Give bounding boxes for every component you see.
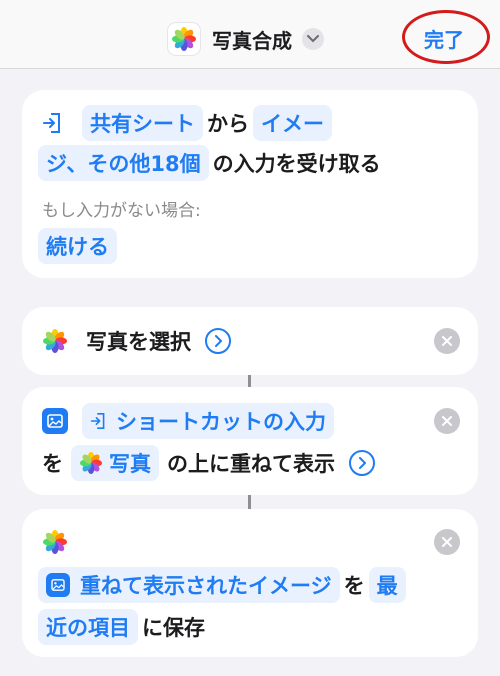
flow-connector	[248, 375, 251, 387]
overlay-suffix: の上に重ねて表示	[167, 452, 335, 476]
wo-text: を	[343, 574, 365, 598]
album-token-continued[interactable]: 近の項目	[38, 609, 138, 645]
input-types-token[interactable]: イメー	[253, 105, 332, 141]
if-no-input-label: もし入力がない場合:	[42, 201, 201, 221]
chevron-down-icon[interactable]	[302, 28, 324, 50]
photo-token[interactable]: 写真	[71, 445, 159, 481]
annotation-circle	[402, 10, 490, 64]
photos-flower-icon	[79, 451, 103, 475]
receive-input-action[interactable]: 共有シート から イメー ジ、その他18個 の入力を受け取る もし入力がない場合…	[22, 90, 478, 278]
remove-action-icon[interactable]	[434, 529, 460, 555]
image-overlay-icon	[46, 573, 70, 597]
shortcut-title[interactable]: 写真合成	[212, 25, 292, 54]
photos-app-icon	[168, 23, 200, 55]
navigation-bar: 写真合成 完了	[0, 0, 500, 69]
shortcut-title-menu[interactable]: 写真合成	[168, 22, 324, 56]
save-to-album-action[interactable]: 重ねて表示されたイメージ を 最 近の項目 に保存	[22, 509, 478, 657]
photos-flower-icon	[172, 27, 196, 51]
shortcut-input-token[interactable]: ショートカットの入力	[82, 403, 334, 439]
chevron-right-circle-icon[interactable]	[205, 328, 231, 354]
from-text: から	[207, 112, 249, 136]
save-suffix: に保存	[142, 616, 205, 640]
chevron-right-circle-icon[interactable]	[349, 450, 375, 476]
remove-action-icon[interactable]	[434, 408, 460, 434]
continue-token[interactable]: 続ける	[38, 228, 117, 264]
select-photos-action[interactable]: 写真を選択	[22, 307, 478, 375]
overlaid-image-label: 重ねて表示されたイメージ	[80, 574, 332, 598]
shortcut-input-label: ショートカットの入力	[116, 410, 326, 434]
flow-connector	[248, 495, 251, 509]
image-overlay-icon	[42, 408, 68, 434]
input-arrow-icon	[42, 112, 62, 138]
photo-token-label: 写真	[109, 452, 151, 476]
remove-action-icon[interactable]	[434, 328, 460, 354]
overlaid-image-token[interactable]: 重ねて表示されたイメージ	[38, 567, 340, 603]
input-arrow-icon	[90, 413, 105, 429]
photos-flower-icon	[42, 529, 68, 559]
select-photos-label: 写真を選択	[86, 330, 191, 354]
overlay-image-action[interactable]: ショートカットの入力 を 写真 の上に重ねて表示	[22, 387, 478, 495]
wo-text: を	[42, 452, 63, 476]
share-sheet-token[interactable]: 共有シート	[82, 105, 203, 141]
receive-input-suffix: の入力を受け取る	[212, 152, 381, 176]
input-types-token-continued[interactable]: ジ、その他18個	[38, 145, 209, 181]
album-token[interactable]: 最	[368, 567, 406, 603]
photos-flower-icon	[42, 328, 68, 358]
